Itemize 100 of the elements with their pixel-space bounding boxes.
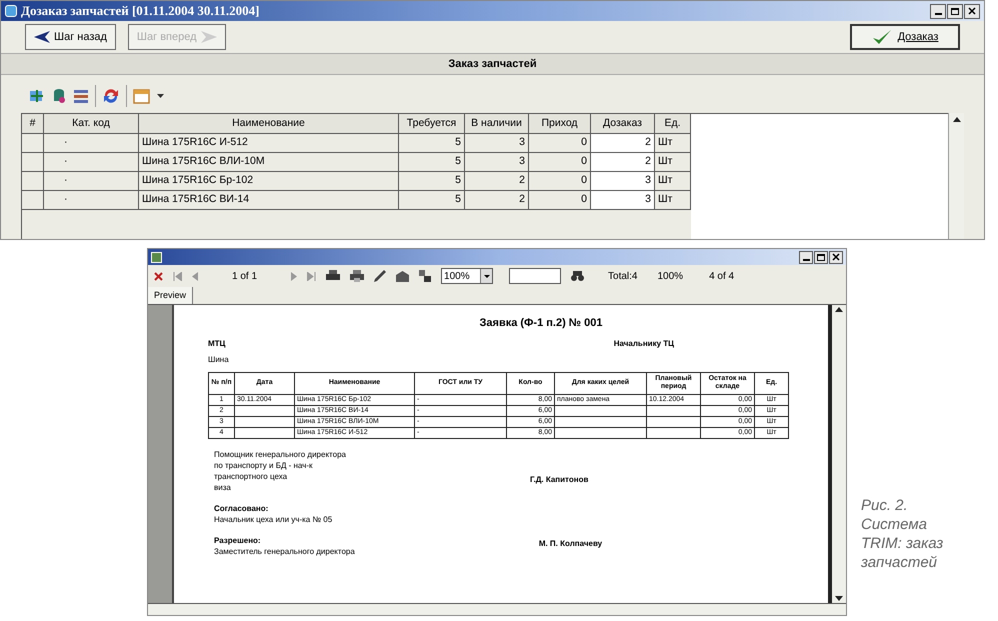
list-icon[interactable] bbox=[73, 88, 89, 104]
close-button[interactable] bbox=[964, 4, 980, 18]
signature-text: Начальник цеха или уч-ка № 05 bbox=[214, 514, 332, 524]
table-cell: 5 bbox=[399, 134, 465, 153]
column-header[interactable]: В наличии bbox=[465, 114, 529, 134]
printer-icon[interactable] bbox=[350, 270, 364, 282]
dropdown-caret-icon bbox=[484, 274, 490, 278]
checkmark-icon bbox=[872, 29, 892, 45]
table-cell bbox=[647, 416, 701, 428]
minimize-button[interactable] bbox=[799, 250, 813, 264]
table-cell: 3 bbox=[465, 153, 529, 172]
table-cell bbox=[235, 416, 295, 428]
table-cell bbox=[647, 406, 701, 416]
record-counter: 4 of 4 bbox=[709, 270, 734, 284]
figure-caption: Рис. 2. bbox=[861, 496, 909, 515]
signature-text: по транспорту и БД - нач-к bbox=[214, 460, 314, 470]
figure-caption: Система bbox=[861, 515, 928, 534]
zoom-percent: 100% bbox=[658, 270, 684, 284]
report-title: Заявка (Ф-1 п.2) № 001 bbox=[478, 316, 604, 331]
refresh-icon[interactable] bbox=[102, 87, 120, 105]
table-cell: · bbox=[44, 191, 139, 210]
report-recipient: Начальнику ТЦ bbox=[614, 338, 674, 350]
close-button[interactable] bbox=[829, 250, 843, 264]
section-title: Заказ запчастей bbox=[448, 56, 537, 72]
signature-text: Помощник генерального директора bbox=[214, 448, 346, 460]
maximize-button[interactable] bbox=[814, 250, 828, 264]
table-cell: Шт bbox=[655, 191, 691, 210]
table-cell: 2 bbox=[465, 191, 529, 210]
signature-text: Заместитель генерального директора bbox=[214, 546, 355, 556]
search-field[interactable] bbox=[509, 268, 562, 284]
table-cell: 0 bbox=[529, 134, 591, 153]
table-cell: Шт bbox=[655, 134, 691, 153]
signature-heading: Согласовано: bbox=[214, 502, 270, 514]
dropdown-caret-icon[interactable] bbox=[157, 94, 164, 98]
database-icon[interactable] bbox=[51, 88, 67, 104]
table-cell: 5 bbox=[399, 153, 465, 172]
arrow-left-icon bbox=[34, 31, 50, 43]
table-cell: · bbox=[44, 134, 139, 153]
column-header[interactable]: Кат. код bbox=[44, 114, 139, 134]
table-cell: Шт bbox=[655, 153, 691, 172]
table-cell: 5 bbox=[399, 191, 465, 210]
preview-tab[interactable]: Preview bbox=[148, 287, 194, 304]
signatory-name: Г.Д. Капитонов bbox=[530, 474, 588, 484]
horizontal-scrollbar[interactable] bbox=[148, 603, 846, 615]
app-icon bbox=[151, 252, 162, 262]
table-cell: 2 bbox=[465, 172, 529, 191]
column-header[interactable]: # bbox=[22, 114, 44, 134]
table-cell: 0 bbox=[529, 153, 591, 172]
column-header[interactable]: Наименование bbox=[139, 114, 399, 134]
signatory-name: М. П. Колпачеву bbox=[538, 538, 602, 548]
scroll-up-icon[interactable] bbox=[835, 307, 843, 312]
table-cell: Шт bbox=[655, 172, 691, 191]
table-cell: Шина 175R16C ВИ-14 bbox=[139, 191, 399, 210]
signature-text: виза bbox=[214, 482, 232, 492]
scrollbar[interactable] bbox=[948, 113, 964, 239]
table-cell bbox=[235, 428, 295, 438]
zoom-select[interactable]: 100% bbox=[441, 268, 494, 284]
close-icon[interactable] bbox=[832, 253, 840, 261]
table-cell: 5 bbox=[399, 172, 465, 191]
close-icon[interactable] bbox=[968, 7, 976, 15]
table-cell: Шина 175R16C И-512 bbox=[139, 134, 399, 153]
figure-caption: запчастей bbox=[861, 553, 938, 572]
table-cell: Шина 175R16C ВЛИ-10М bbox=[139, 153, 399, 172]
add-row-icon[interactable] bbox=[29, 88, 45, 104]
arrow-right-icon bbox=[200, 31, 217, 43]
maximize-button[interactable] bbox=[947, 4, 963, 18]
report-sender: МТЦ bbox=[208, 338, 226, 350]
back-button[interactable]: Шаг назад bbox=[25, 24, 116, 50]
column-header[interactable]: Приход bbox=[529, 114, 591, 134]
table-cell: · bbox=[44, 153, 139, 172]
printer-icon[interactable] bbox=[326, 270, 340, 282]
report-subject: Шина bbox=[208, 354, 230, 366]
minimize-button[interactable] bbox=[930, 4, 946, 18]
page-indicator: 1 of 1 bbox=[232, 270, 258, 284]
table-cell: 0 bbox=[529, 191, 591, 210]
column-header[interactable]: Дозаказ bbox=[591, 114, 655, 134]
table-cell: 0 bbox=[529, 172, 591, 191]
binoculars-icon[interactable] bbox=[571, 271, 584, 281]
column-header[interactable]: Ед. bbox=[655, 114, 691, 134]
table-cell bbox=[647, 428, 701, 438]
table-cell bbox=[235, 406, 295, 416]
pen-icon[interactable] bbox=[374, 270, 386, 282]
figure-caption: TRIM: заказ bbox=[861, 534, 944, 553]
app-icon bbox=[5, 5, 17, 17]
signature-heading: Разрешено: bbox=[214, 534, 262, 546]
export-icon[interactable] bbox=[419, 270, 432, 282]
table-cell: 2 bbox=[591, 153, 655, 172]
window-icon[interactable] bbox=[133, 88, 151, 104]
scroll-down-icon[interactable] bbox=[835, 596, 843, 601]
column-header[interactable]: Требуется bbox=[399, 114, 465, 134]
table-cell: 2 bbox=[591, 134, 655, 153]
scrollbar[interactable] bbox=[828, 305, 846, 603]
window-title: Дозаказ запчастей [01.11.2004 30.11.2004] bbox=[21, 2, 260, 20]
order-button[interactable]: Дозаказ bbox=[850, 24, 960, 50]
table-cell: 3 bbox=[591, 191, 655, 210]
total-label: Total:4 bbox=[608, 270, 638, 284]
table-cell: 3 bbox=[465, 134, 529, 153]
scroll-up-icon[interactable] bbox=[952, 117, 960, 122]
table-cell: 3 bbox=[591, 172, 655, 191]
signature-text: транспортного цеха bbox=[214, 470, 288, 482]
